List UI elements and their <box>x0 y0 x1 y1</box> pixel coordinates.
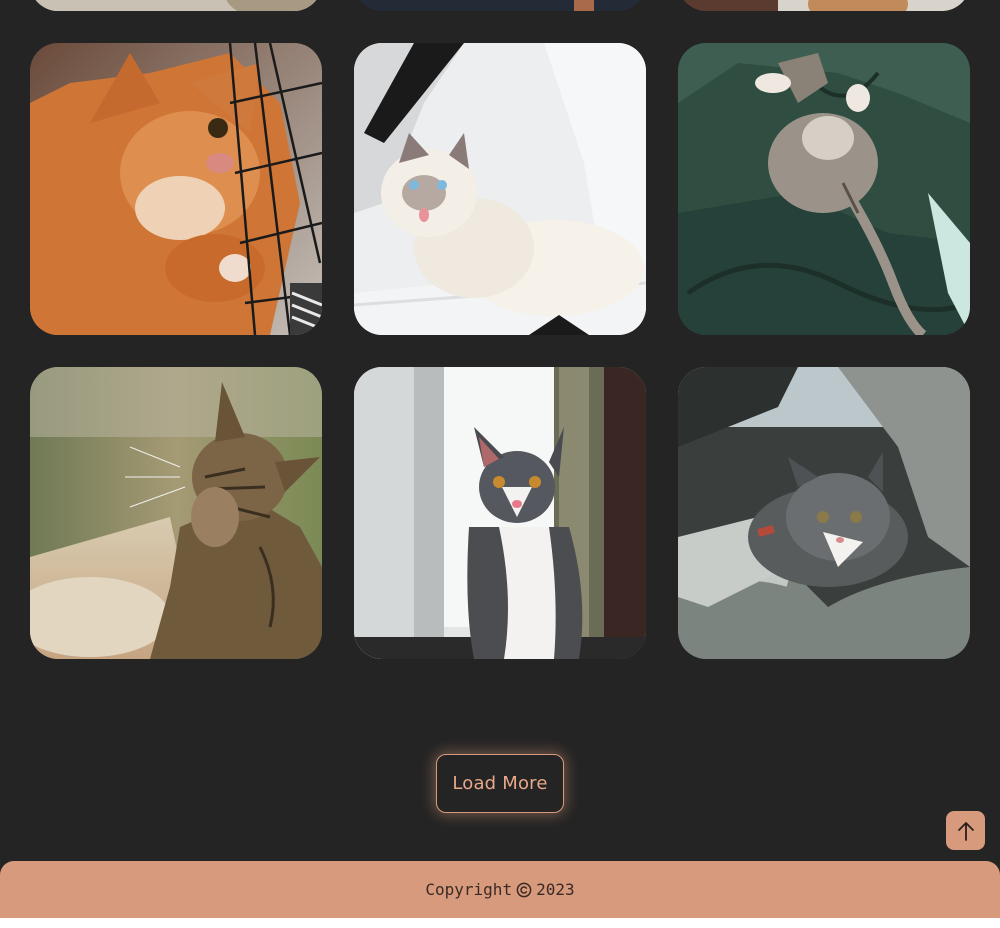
gallery-image-5[interactable] <box>354 43 646 335</box>
cat-photo <box>354 0 646 11</box>
cat-photo <box>30 43 322 335</box>
gallery-image-7[interactable] <box>30 367 322 659</box>
load-more-button[interactable]: Load More <box>436 754 564 813</box>
copyright-label: Copyright <box>425 880 513 899</box>
gallery-image-3[interactable] <box>678 0 970 11</box>
gallery-image-4[interactable] <box>30 43 322 335</box>
footer: Copyright 2023 <box>0 861 1000 918</box>
cat-photo <box>678 0 970 11</box>
gallery-image-6[interactable] <box>678 43 970 335</box>
copyright-icon <box>516 882 532 897</box>
gallery-image-8[interactable] <box>354 367 646 659</box>
cat-photo <box>30 0 322 11</box>
copyright-notice: Copyright 2023 <box>425 880 574 899</box>
cat-photo <box>678 43 970 335</box>
load-more-container: Load More <box>0 754 1000 813</box>
copyright-year: 2023 <box>536 880 575 899</box>
cat-photo <box>678 367 970 659</box>
arrow-up-icon <box>957 821 974 841</box>
page: Load More <box>0 0 1000 918</box>
gallery-image-1[interactable] <box>30 0 322 11</box>
gallery-image-9[interactable] <box>678 367 970 659</box>
cat-photo <box>354 43 646 335</box>
cat-gallery <box>30 0 971 659</box>
back-to-top-button[interactable] <box>946 811 985 850</box>
cat-photo <box>354 367 646 659</box>
gallery-image-2[interactable] <box>354 0 646 11</box>
cat-photo <box>30 367 322 659</box>
